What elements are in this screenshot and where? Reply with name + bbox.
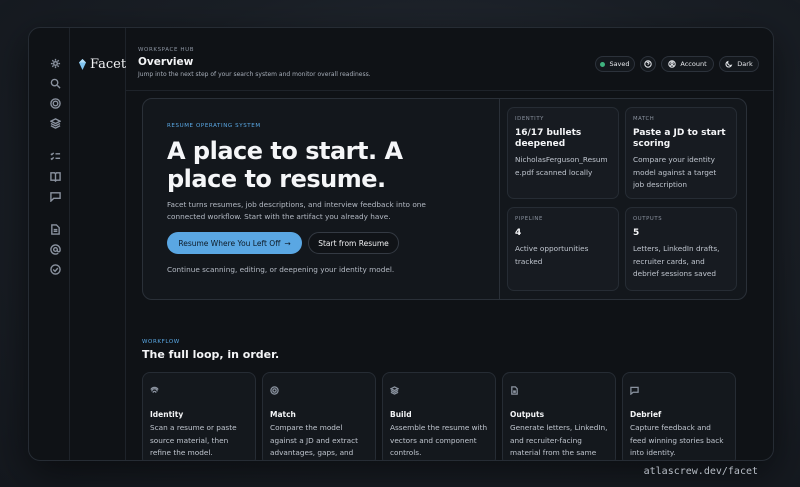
hero-note: Continue scanning, editing, or deepening… [167, 265, 395, 274]
logo-icon [79, 59, 86, 70]
workflow-kicker: WORKFLOW [142, 339, 180, 345]
stat-label: OUTPUTS [633, 216, 663, 222]
book-icon[interactable] [49, 171, 61, 183]
hero-kicker: RESUME OPERATING SYSTEM [167, 123, 261, 129]
stat-text: Active opportunities tracked [515, 244, 589, 266]
stat-value: 4 [515, 228, 522, 238]
stat-text: Compare your identity model against a ta… [633, 155, 717, 189]
layers-icon [389, 380, 488, 399]
help-icon [644, 60, 652, 68]
workflow-card-match[interactable]: Match Compare the model against a JD and… [262, 372, 376, 460]
workflow-card-title: Identity [150, 410, 184, 419]
workflow-card-title: Outputs [510, 410, 545, 419]
stat-value: 5 [633, 228, 640, 238]
checklist-icon[interactable] [49, 151, 61, 163]
document-icon [510, 380, 608, 399]
workflow-card-outputs[interactable]: Outputs Generate letters, LinkedIn, and … [502, 372, 616, 460]
match-stat-card[interactable]: MATCH Paste a JD to start scoring Compar… [625, 107, 737, 199]
status-dot-icon [600, 61, 606, 67]
workflow-card-identity[interactable]: Identity Scan a resume or paste source m… [142, 372, 256, 460]
stat-label: MATCH [633, 116, 655, 122]
brand-name: Facet [90, 57, 127, 72]
workflow-card-desc: Compare the model against a JD and extra… [270, 423, 359, 457]
help-button[interactable] [640, 56, 656, 72]
workflow-card-title: Match [270, 410, 296, 419]
workflow-card-desc: Capture feedback and feed winning storie… [630, 423, 724, 457]
target-icon [270, 380, 368, 399]
app-window: Facet WORKSPACE HUB Overview Jump into t… [28, 27, 774, 461]
account-label: Account [680, 60, 707, 68]
header: WORKSPACE HUB Overview Jump into the nex… [126, 28, 773, 91]
settings-icon[interactable] [49, 58, 61, 70]
saved-status-badge: Saved [595, 56, 635, 72]
hero-panel: RESUME OPERATING SYSTEM A place to start… [142, 98, 747, 300]
target-icon[interactable] [49, 98, 61, 110]
pipeline-stat-card[interactable]: PIPELINE 4 Active opportunities tracked [507, 207, 619, 291]
page-subtitle: Jump into the next step of your search s… [138, 71, 371, 78]
hero-title: A place to start. A place to resume. [167, 137, 403, 193]
hero-description: Facet turns resumes, job descriptions, a… [167, 200, 426, 221]
outputs-stat-card[interactable]: OUTPUTS 5 Letters, LinkedIn drafts, recr… [625, 207, 737, 291]
identity-stat-card[interactable]: IDENTITY 16/17 bullets deepened Nicholas… [507, 107, 619, 199]
workflow-card-desc: Assemble the resume with vectors and com… [390, 423, 488, 457]
search-icon[interactable] [49, 78, 61, 90]
workflow-card-title: Build [390, 410, 412, 419]
stat-value: 16/17 bullets deepened [515, 128, 582, 149]
workflow-card-desc: Generate letters, LinkedIn, and recruite… [510, 423, 608, 457]
brand-column [69, 28, 126, 460]
workflow-title: The full loop, in order. [142, 348, 280, 361]
layers-icon[interactable] [48, 118, 62, 130]
footer-url: atlascrew.dev/facet [643, 466, 758, 477]
hero-intro: RESUME OPERATING SYSTEM A place to start… [143, 99, 500, 299]
resume-button-label: Resume Where You Left Off [178, 238, 281, 248]
stat-text: Letters, LinkedIn drafts, recruiter card… [633, 244, 720, 278]
chat-icon[interactable] [49, 191, 61, 203]
theme-label: Dark [737, 60, 753, 68]
stat-value: Paste a JD to start scoring [633, 128, 726, 149]
workflow-card-debrief[interactable]: Debrief Capture feedback and feed winnin… [622, 372, 736, 460]
start-from-resume-button[interactable]: Start from Resume [308, 232, 399, 254]
stat-label: IDENTITY [515, 116, 545, 122]
arrow-right-icon: → [284, 238, 291, 248]
saved-label: Saved [609, 60, 630, 68]
account-button[interactable]: Account [661, 56, 714, 72]
main-content: RESUME OPERATING SYSTEM A place to start… [126, 90, 773, 460]
theme-toggle[interactable]: Dark [719, 56, 759, 72]
workflow-card-title: Debrief [630, 410, 662, 419]
chat-icon [630, 380, 728, 399]
stat-label: PIPELINE [515, 216, 543, 222]
user-icon [668, 60, 677, 68]
page-title: Overview [138, 56, 194, 68]
resume-where-left-off-button[interactable]: Resume Where You Left Off → [167, 232, 302, 254]
at-icon[interactable] [49, 244, 61, 256]
stat-text: NicholasFerguson_Resume.pdf scanned loca… [515, 155, 608, 177]
workflow-card-build[interactable]: Build Assemble the resume with vectors a… [382, 372, 496, 460]
moon-icon [725, 60, 733, 68]
fingerprint-icon [150, 380, 248, 399]
check-circle-icon[interactable] [49, 264, 61, 276]
brand[interactable]: Facet [79, 57, 126, 72]
header-eyebrow: WORKSPACE HUB [138, 47, 195, 53]
icon-rail [29, 28, 70, 460]
document-icon[interactable] [49, 224, 61, 236]
workflow-card-desc: Scan a resume or paste source material, … [150, 423, 237, 457]
start-button-label: Start from Resume [318, 238, 389, 248]
